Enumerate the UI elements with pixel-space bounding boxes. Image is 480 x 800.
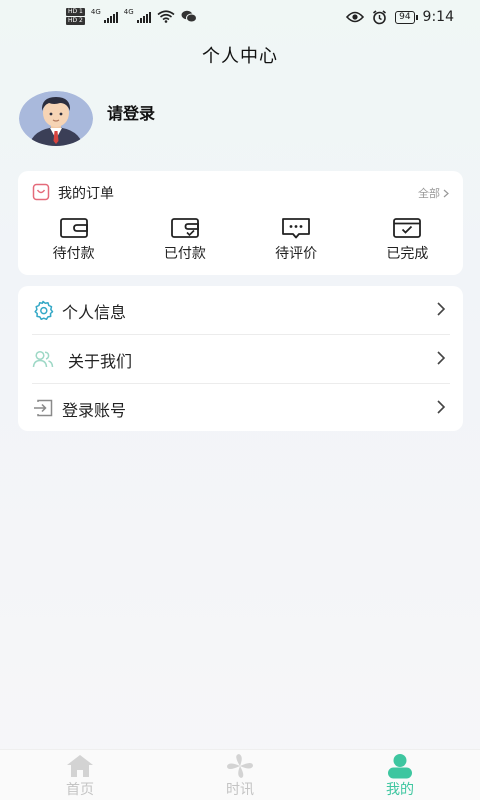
gear-icon [34, 300, 54, 320]
order-status-pending-payment[interactable]: 待付款 [18, 217, 129, 263]
battery-icon: 94 [395, 10, 419, 24]
order-status-row: 待付款 已付款 待评价 已完成 [18, 217, 463, 263]
alarm-icon [373, 9, 387, 24]
order-status-completed[interactable]: 已完成 [352, 217, 463, 263]
wallet-check-icon [170, 218, 199, 238]
bag-icon [32, 183, 50, 201]
menu-item-personal-info[interactable]: 个人信息 [32, 286, 450, 334]
login-icon [34, 399, 53, 417]
orders-all-label: 全部 [418, 187, 440, 200]
chevron-right-icon [437, 400, 446, 414]
chevron-right-icon [437, 302, 446, 316]
menu-item-label: 关于我们 [68, 352, 133, 371]
completed-icon [393, 218, 422, 238]
order-status-paid[interactable]: 已付款 [129, 217, 240, 263]
order-label: 待评价 [275, 246, 318, 262]
wechat-icon [181, 10, 197, 23]
signal-icon [103, 11, 118, 23]
orders-header: 我的订单 全部 [32, 183, 449, 203]
status-bar-right: 94 9:14 [346, 9, 454, 25]
hd2-badge: HD 2 [66, 17, 85, 25]
users-icon [32, 350, 54, 368]
status-bar: HD 1 HD 2 4G 4G 94 9:14 [0, 0, 480, 38]
status-bar-left: HD 1 HD 2 4G 4G [66, 8, 197, 25]
menu-item-login-account[interactable]: 登录账号 [32, 384, 450, 432]
signal-icon-2 [136, 11, 151, 23]
bottom-tab-bar: 首页 时讯 我的 [0, 749, 480, 800]
chevron-right-icon [437, 351, 446, 365]
tab-label: 时讯 [226, 782, 254, 798]
chevron-right-icon [443, 189, 449, 197]
wifi-icon [157, 10, 175, 23]
order-label: 已付款 [163, 246, 206, 262]
menu-item-label: 登录账号 [62, 401, 127, 420]
orders-title: 我的订单 [58, 186, 114, 202]
tab-label: 我的 [386, 782, 414, 798]
pinwheel-icon [227, 754, 253, 778]
order-label: 已完成 [386, 246, 429, 262]
order-label: 待付款 [52, 246, 95, 262]
orders-all-link[interactable]: 全部 [418, 185, 449, 201]
wallet-icon [59, 218, 88, 238]
hd1-badge: HD 1 [66, 8, 85, 16]
network-type-2: 4G [123, 8, 134, 16]
avatar[interactable] [19, 91, 93, 146]
order-status-to-review[interactable]: 待评价 [241, 217, 352, 263]
hd-indicator: HD 1 HD 2 [66, 8, 85, 25]
comment-icon [282, 218, 311, 239]
tab-mine[interactable]: 我的 [320, 750, 480, 800]
login-prompt[interactable]: 请登录 [107, 100, 155, 124]
network-type-1: 4G [90, 8, 101, 16]
page-title: 个人中心 [202, 46, 278, 67]
tab-label: 首页 [66, 782, 94, 798]
orders-card: 我的订单 全部 待付款 已付款 待评价 已完成 [18, 171, 463, 275]
home-icon [67, 755, 93, 777]
clock-time: 9:14 [422, 9, 454, 25]
settings-menu-card: 个人信息 关于我们 登录账号 [18, 286, 463, 431]
menu-item-about-us[interactable]: 关于我们 [32, 335, 450, 383]
tab-news[interactable]: 时讯 [160, 750, 320, 800]
person-icon [388, 754, 412, 779]
eye-icon [346, 11, 365, 23]
tab-home[interactable]: 首页 [0, 750, 160, 800]
menu-item-label: 个人信息 [62, 303, 127, 322]
